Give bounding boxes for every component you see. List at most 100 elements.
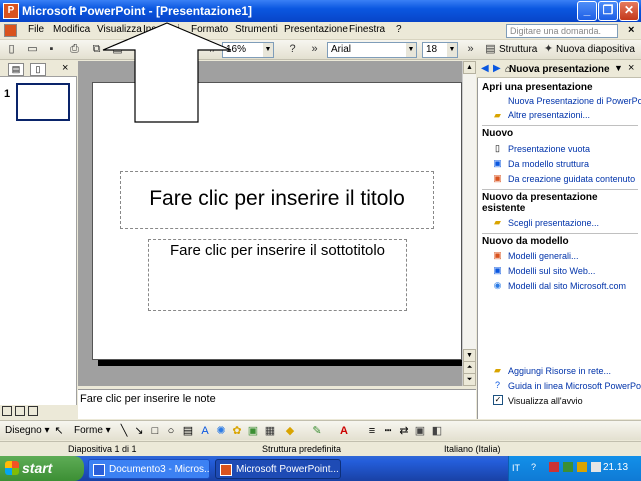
font-size-select[interactable]: 18 ▼ (422, 42, 458, 58)
task-link[interactable]: Presentazione vuota (508, 144, 590, 154)
task-link[interactable]: Guida in linea Microsoft PowerPoint (508, 381, 641, 391)
structure-icon[interactable]: ▤ (483, 42, 498, 57)
select-pointer-icon[interactable]: ↖ (52, 424, 66, 438)
startup-label: Visualizza all'avvio (508, 396, 583, 406)
startup-checkbox[interactable]: ✓ (493, 395, 503, 405)
fill-color-icon[interactable]: ◆ (283, 424, 297, 438)
wizard-icon: ▣ (493, 173, 502, 183)
notes-placeholder[interactable]: Fare clic per inserire le note (80, 393, 216, 405)
open-folder-icon[interactable]: ▭ (25, 42, 40, 57)
structure-button[interactable]: Struttura (499, 44, 537, 55)
more-options-icon[interactable]: » (463, 42, 478, 57)
textbox-icon[interactable]: ▤ (181, 424, 195, 438)
powerpoint-icon[interactable]: P (3, 3, 19, 19)
normal-view-icon[interactable] (2, 406, 12, 416)
outline-tab[interactable]: ▤ (8, 63, 24, 76)
chevron-down-icon: ▼ (447, 43, 457, 57)
menu-modifica[interactable]: Modifica (53, 24, 90, 35)
slide-counter: Diapositiva 1 di 1 (68, 444, 137, 454)
font-value: Arial (331, 44, 352, 55)
scroll-up-icon[interactable]: ▲ (463, 61, 476, 74)
font-color-icon[interactable]: A (337, 424, 351, 438)
save-icon[interactable]: ▪ (44, 42, 59, 57)
forward-arrow-icon[interactable]: ▶ (493, 63, 501, 74)
new-file-icon[interactable]: ▯ (4, 42, 19, 57)
arrow-style-icon[interactable]: ⇄ (397, 424, 411, 438)
clipart-icon[interactable]: ✿ (230, 424, 244, 438)
taskbar-item-word[interactable]: Documento3 - Micros... (88, 459, 210, 479)
task-link[interactable]: Da creazione guidata contenuto (508, 174, 635, 184)
help-icon: ? (494, 380, 500, 390)
draw-menu[interactable]: Disegno ▾ (5, 425, 50, 436)
tray-language[interactable]: IT (512, 463, 520, 473)
section-heading: Nuovo da modello (482, 236, 569, 247)
taskbar-item-powerpoint[interactable]: Microsoft PowerPoint... (215, 459, 341, 479)
divider (482, 233, 638, 234)
menu-file[interactable]: File (28, 24, 44, 35)
task-link[interactable]: Modelli generali... (508, 251, 579, 261)
slideshow-icon[interactable] (28, 406, 38, 416)
line-color-icon[interactable]: ✎ (310, 424, 324, 438)
close-panel-icon[interactable]: × (62, 62, 68, 74)
rectangle-icon[interactable]: □ (148, 424, 162, 438)
shapes-menu[interactable]: Forme ▾ (74, 425, 111, 436)
task-pane-menu-icon[interactable]: ▼ (614, 63, 623, 73)
web-templates-icon: ▣ (493, 265, 502, 275)
task-link[interactable]: Altre presentazioni... (508, 110, 590, 120)
help-search-input[interactable]: Digitare una domanda. (506, 24, 618, 38)
chevron-down-icon: ▼ (406, 43, 416, 57)
image-icon[interactable]: ▣ (246, 424, 260, 438)
task-pane-title: Nuova presentazione (509, 64, 610, 75)
slide-thumbnail[interactable] (16, 83, 70, 121)
task-link[interactable]: Nuova Presentazione di PowerPoint (508, 96, 641, 106)
diagram-icon[interactable]: ✺ (214, 424, 228, 438)
close-document-button[interactable]: × (628, 24, 634, 36)
3d-icon[interactable]: ◧ (430, 424, 444, 438)
tray-app-icon[interactable] (563, 462, 573, 472)
task-link[interactable]: Da modello struttura (508, 159, 589, 169)
font-select[interactable]: Arial ▼ (327, 42, 417, 58)
menu-strumenti[interactable]: Strumenti (235, 24, 278, 35)
arrow-tool-icon[interactable]: ↘ (132, 424, 146, 438)
section-heading: Nuovo da presentazione esistente (482, 192, 598, 214)
globe-icon: ◉ (493, 280, 502, 290)
task-link[interactable]: Aggiungi Risorse in rete... (508, 366, 611, 376)
line-icon[interactable]: ╲ (117, 424, 131, 438)
help-icon[interactable]: ? (285, 42, 300, 57)
maximize-button[interactable]: ❐ (598, 1, 618, 21)
tray-app-icon[interactable] (549, 462, 559, 472)
close-button[interactable]: ✕ (619, 1, 639, 21)
vertical-scrollbar[interactable]: ▲ ▼ ⏶ ⏷ (462, 61, 476, 386)
task-link[interactable]: Modelli sul sito Web... (508, 266, 595, 276)
task-link[interactable]: Scegli presentazione... (508, 218, 599, 228)
dash-style-icon[interactable]: ┅ (381, 424, 395, 438)
tray-app-icon[interactable] (577, 462, 587, 472)
new-slide-icon[interactable]: ✦ (541, 42, 556, 57)
options-icon[interactable]: » (307, 42, 322, 57)
tray-help-icon[interactable]: ? (531, 462, 536, 472)
menu-help[interactable]: ? (396, 24, 402, 35)
line-style-icon[interactable]: ≡ (365, 424, 379, 438)
minimize-button[interactable]: _ (577, 1, 597, 21)
print-icon[interactable]: ⎙ (67, 42, 82, 57)
subtitle-placeholder-text[interactable]: Fare clic per inserire il sottotitolo (148, 242, 407, 259)
tray-app-icon[interactable] (591, 462, 601, 472)
menu-presentazione[interactable]: Presentazione (284, 24, 348, 35)
wordart-icon[interactable]: A (198, 424, 212, 438)
back-arrow-icon[interactable]: ◀ (481, 63, 489, 74)
title-placeholder-text[interactable]: Fare clic per inserire il titolo (120, 187, 434, 211)
picture-icon[interactable]: ▦ (263, 424, 277, 438)
shadow-icon[interactable]: ▣ (413, 424, 427, 438)
oval-icon[interactable]: ○ (164, 424, 178, 438)
slides-tab[interactable]: ▯ (30, 63, 46, 76)
menu-finestra[interactable]: Finestra (349, 24, 385, 35)
add-network-icon: ▰ (494, 365, 501, 375)
shapes-label: Forme (74, 425, 103, 436)
slide-sorter-icon[interactable] (15, 406, 25, 416)
new-slide-button[interactable]: Nuova diapositiva (556, 44, 635, 55)
task-link[interactable]: Modelli dal sito Microsoft.com (508, 281, 626, 291)
document-icon[interactable] (4, 24, 17, 37)
title-bar[interactable]: P Microsoft PowerPoint - [Presentazione1… (0, 0, 641, 22)
close-task-pane-icon[interactable]: × (628, 62, 634, 74)
next-slide-icon[interactable]: ⏷ (463, 373, 476, 386)
